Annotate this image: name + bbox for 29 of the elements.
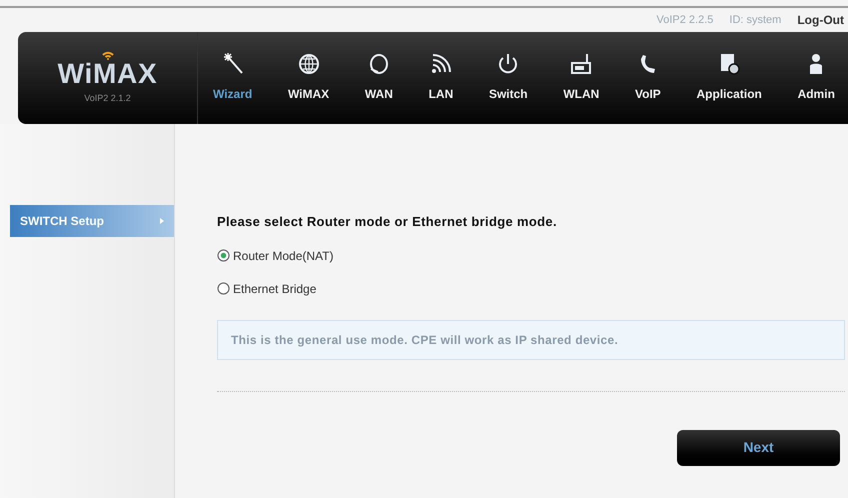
router-icon (570, 53, 592, 75)
info-message: This is the general use mode. CPE will work as IP shared device. (217, 320, 845, 360)
nav-tab[interactable]: Switch (478, 32, 539, 124)
nav-tab[interactable]: Application (686, 32, 773, 124)
radio-button[interactable] (217, 282, 230, 295)
nav-tab[interactable]: Wizard (202, 32, 264, 124)
logout-link[interactable]: Log-Out (797, 11, 844, 29)
instruction-text: Please select Router mode or Ethernet bridge mode. (217, 213, 558, 231)
nav-tab[interactable]: WLAN (552, 32, 610, 124)
radio-button[interactable] (217, 249, 230, 262)
option-label: Router Mode(NAT) (233, 248, 334, 264)
power-icon (497, 53, 520, 75)
globe-icon (298, 53, 320, 75)
signal-icon (430, 53, 452, 75)
user-id: ID: system (729, 12, 782, 28)
nav-tab[interactable]: WiMAX (276, 32, 340, 124)
settings-icon (718, 53, 740, 75)
wifi-icon (100, 50, 114, 60)
option-label: Ethernet Bridge (233, 280, 316, 298)
nav-tab[interactable]: VoIP (624, 32, 672, 124)
firmware-version: VoIP2 2.2.5 (656, 12, 714, 28)
logo-version: VoIP2 2.1.2 (84, 92, 131, 106)
next-button[interactable]: Next (677, 430, 840, 466)
wand-icon (222, 53, 244, 75)
logo-text: WiMAX (58, 60, 158, 88)
nav-tab[interactable]: WAN (354, 32, 404, 124)
nav-tab[interactable]: LAN (418, 32, 464, 124)
chevron-icon (160, 218, 164, 224)
nav-tab[interactable]: Admin (786, 32, 846, 124)
